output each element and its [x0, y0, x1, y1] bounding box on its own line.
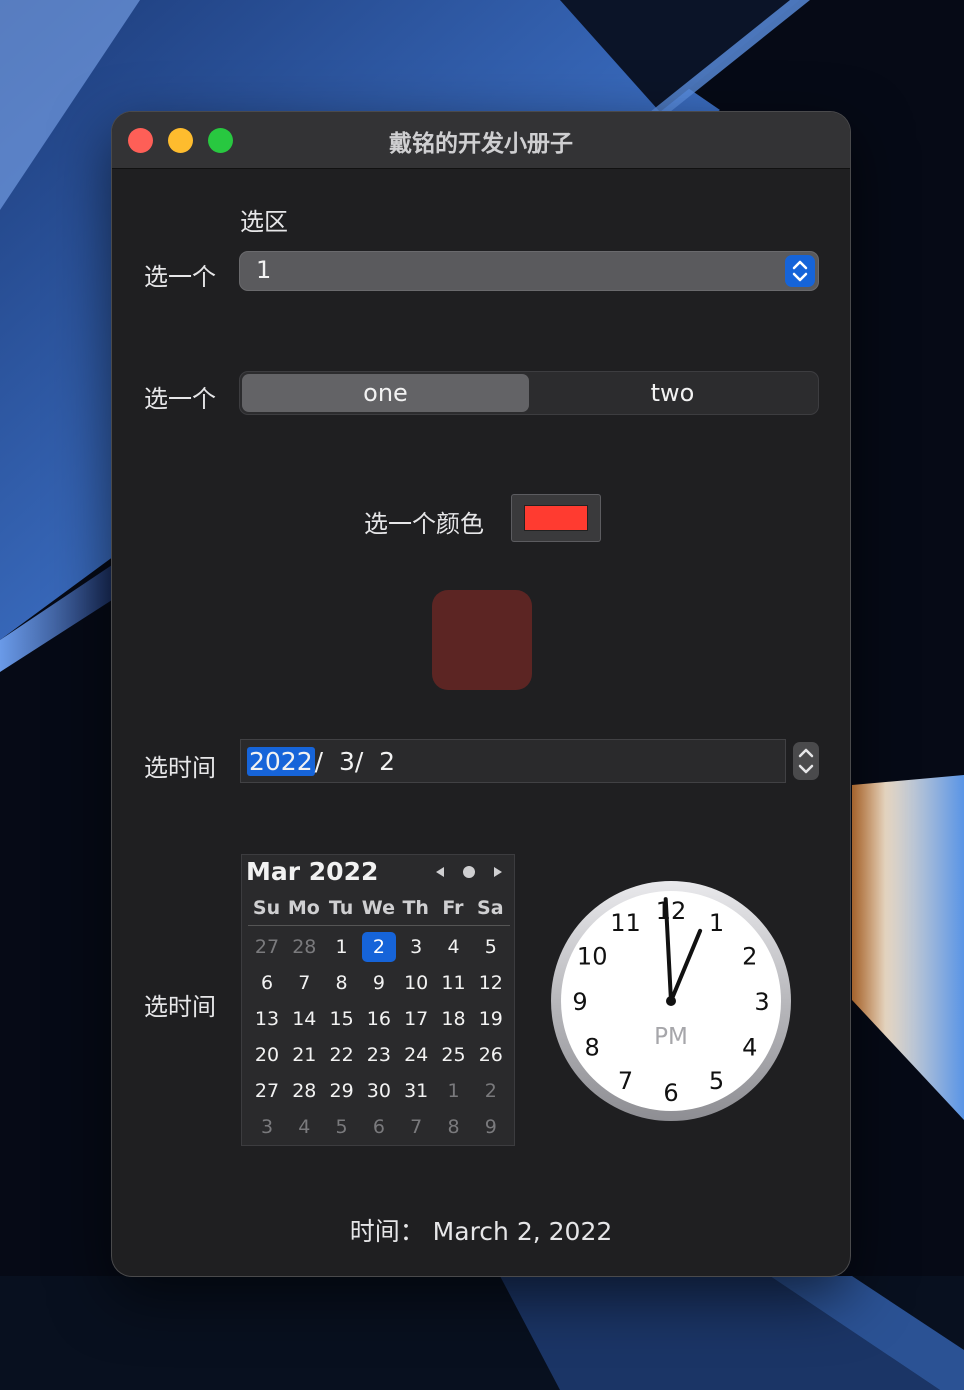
calendar-day[interactable]: 8 [437, 1112, 471, 1142]
clock-meridiem: PM [654, 1024, 688, 1050]
triangle-left-icon[interactable] [433, 865, 447, 879]
app-window: 戴铭的开发小册子 选区 选一个 1 选一个 one two 选一个颜色 选时间 … [112, 112, 850, 1276]
calendar-day[interactable]: 4 [437, 932, 471, 962]
calendar-day[interactable]: 2 [361, 932, 396, 962]
calendar-day[interactable]: 14 [287, 1004, 321, 1034]
segment-one[interactable]: one [242, 374, 529, 412]
color-picker-label: 选一个颜色 [364, 510, 484, 538]
clock-number: 5 [709, 1067, 724, 1095]
clock-number: 1 [709, 909, 724, 937]
calendar-day[interactable]: 8 [325, 968, 359, 998]
calendar-day[interactable]: 24 [399, 1040, 433, 1070]
analog-clock[interactable]: PM 12 12 3 45 6 78 9 1011 [550, 880, 792, 1122]
calendar-day[interactable]: 16 [362, 1004, 396, 1034]
calendar-day[interactable]: 7 [287, 968, 321, 998]
weekday-su: Su [252, 897, 281, 919]
clock-number: 6 [663, 1079, 678, 1107]
calendar-day[interactable]: 2 [474, 1076, 508, 1106]
calendar-day[interactable]: 6 [250, 968, 284, 998]
calendar-day[interactable]: 11 [437, 968, 471, 998]
clock-number: 3 [754, 988, 769, 1016]
date-month-day-segments[interactable]: / 3/ 2 [315, 747, 395, 776]
calendar-day[interactable]: 18 [437, 1004, 471, 1034]
popup-label: 选一个 [144, 263, 216, 291]
clock-center-pin [666, 996, 676, 1006]
clock-number: 11 [610, 909, 641, 937]
calendar-day[interactable]: 22 [325, 1040, 359, 1070]
date-text-field[interactable]: 2022/ 3/ 2 [241, 740, 785, 782]
color-well[interactable] [512, 495, 600, 541]
triangle-right-icon[interactable] [491, 865, 505, 879]
calendar-day[interactable]: 1 [325, 932, 359, 962]
calendar-day[interactable]: 12 [474, 968, 508, 998]
popup-selected-value: 1 [256, 256, 272, 284]
calendar-day[interactable]: 10 [399, 968, 433, 998]
calendar-day[interactable]: 31 [399, 1076, 433, 1106]
clock-number: 12 [656, 897, 687, 925]
calendar-day[interactable]: 4 [287, 1112, 321, 1142]
calendar-day[interactable]: 5 [474, 932, 508, 962]
calendar-day[interactable]: 20 [250, 1040, 284, 1070]
clock-number: 9 [572, 988, 587, 1016]
calendar-day[interactable]: 21 [287, 1040, 321, 1070]
calendar-day[interactable]: 3 [399, 932, 433, 962]
calendar-day[interactable]: 5 [325, 1112, 359, 1142]
calendar-day[interactable]: 28 [287, 1076, 321, 1106]
selected-date-result: 时间： March 2, 2022 [349, 1217, 613, 1246]
calendar-month-title: Mar 2022 [246, 857, 379, 886]
segmented-control: one two [240, 372, 818, 414]
weekday-mo: Mo [287, 897, 320, 919]
calendar-day[interactable]: 28 [287, 932, 321, 962]
weekday-we: We [361, 897, 395, 919]
clock-number: 7 [618, 1067, 633, 1095]
calendar-day[interactable]: 15 [325, 1004, 359, 1034]
window-title: 戴铭的开发小册子 [389, 131, 573, 157]
segmented-label: 选一个 [144, 385, 216, 413]
weekday-tu: Tu [328, 897, 354, 919]
calendar-day[interactable]: 25 [437, 1040, 471, 1070]
clock-number: 10 [577, 943, 608, 971]
clock-number: 2 [742, 943, 757, 971]
calendar-day[interactable]: 6 [362, 1112, 396, 1142]
date-year-segment[interactable]: 2022 [247, 747, 315, 776]
calendar-day[interactable]: 27 [250, 932, 284, 962]
calendar-day[interactable]: 23 [362, 1040, 396, 1070]
date-field-label: 选时间 [144, 754, 216, 782]
calendar-day[interactable]: 29 [325, 1076, 359, 1106]
title-bar[interactable]: 戴铭的开发小册子 [112, 112, 850, 169]
calendar-day[interactable]: 9 [362, 968, 396, 998]
weekday-th: Th [402, 897, 429, 919]
clock-number: 8 [585, 1034, 600, 1062]
calendar-day[interactable]: 19 [474, 1004, 508, 1034]
calendar-day[interactable]: 1 [437, 1076, 471, 1106]
weekday-sa: Sa [477, 897, 504, 919]
calendar-day[interactable]: 27 [250, 1076, 284, 1106]
color-preview-rectangle [432, 590, 532, 690]
calendar-day[interactable]: 26 [474, 1040, 508, 1070]
calendar-day[interactable]: 3 [250, 1112, 284, 1142]
color-swatch [524, 505, 588, 531]
chevron-up-down-icon [798, 748, 814, 774]
number-popup-button[interactable]: 1 [240, 252, 818, 290]
chevron-up-down-icon [785, 255, 815, 287]
calendar-weekday-header: Su Mo Tu We Th Fr Sa [248, 897, 510, 926]
date-text: 2022/ 3/ 2 [247, 747, 395, 776]
section-title: 选区 [240, 208, 288, 236]
calendar-label: 选时间 [144, 993, 216, 1021]
calendar-day[interactable]: 13 [250, 1004, 284, 1034]
clock-number: 4 [742, 1034, 757, 1062]
calendar-picker: Mar 2022 Su Mo Tu We Th Fr Sa 27 28 1 2 3 4 5 6 7 8 9 10 1… [242, 855, 514, 1145]
weekday-fr: Fr [442, 897, 464, 919]
calendar-day[interactable]: 9 [474, 1112, 508, 1142]
calendar-day[interactable]: 17 [399, 1004, 433, 1034]
calendar-day[interactable]: 7 [399, 1112, 433, 1142]
date-stepper[interactable] [793, 742, 819, 780]
circle-today-icon[interactable] [462, 865, 476, 879]
segment-two[interactable]: two [529, 374, 816, 412]
calendar-day[interactable]: 30 [362, 1076, 396, 1106]
